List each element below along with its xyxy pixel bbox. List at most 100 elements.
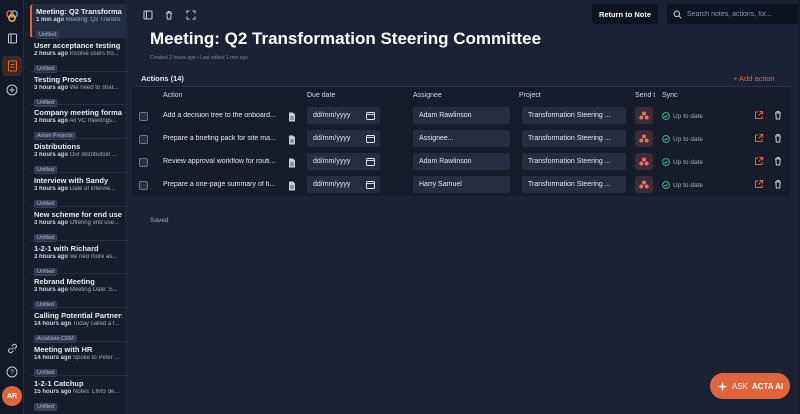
note-meta: Created 2 hours ago • Last edited 1 min … [150,55,248,61]
note-time: 14 hours ago [34,321,72,328]
note-list-item[interactable]: 1-2-1 Catchup 15 hours ago Notes: LIMS de… [30,376,126,411]
column-header-sync[interactable]: Sync [662,92,678,99]
note-list-item[interactable]: Distributions 3 hours ago Our distributio… [30,139,126,175]
trash-icon[interactable] [163,9,175,21]
asana-icon [639,134,649,143]
column-header-send-to[interactable]: Send t [635,92,655,99]
send-to-asana-button[interactable] [635,107,653,124]
assignee-select[interactable]: Harry Samuel [413,176,510,193]
note-list-item[interactable]: Meeting: Q2 Transformati...1 min ago Mee… [30,4,126,39]
ask-acta-ai-button[interactable]: ASK ACTA AI [710,373,790,399]
note-preview: 3 hours ago Date of intervie... [34,186,122,192]
delete-icon[interactable] [773,179,783,189]
sync-text: Up to date [673,158,703,166]
note-list-item[interactable]: Testing Process 3 hours ago We need to sh… [30,72,126,107]
assignee-select[interactable]: Adam Rawlinson [413,107,510,124]
sparkle-icon [717,381,728,391]
action-text[interactable]: Review approval workflow for routi... [163,158,281,165]
action-text[interactable]: Prepare a briefing pack for site ma... [163,135,281,142]
calendar-icon[interactable] [366,180,375,189]
note-time: 3 hours ago [34,253,69,260]
assignee-select[interactable]: Adam Rawlinson [413,153,510,170]
calendar-icon[interactable] [366,157,375,166]
note-list-item[interactable]: New scheme for end users 3 hours ago Offe… [30,207,126,242]
action-text[interactable]: Prepare a one-page summary of fi... [163,181,281,188]
sync-text: Up to date [673,181,703,189]
check-circle-icon [662,181,670,189]
due-date-input[interactable]: dd/mm/yyyy [307,176,380,193]
assignee-select[interactable]: Assignee... [413,130,510,147]
search-box [667,4,800,24]
delete-icon[interactable] [773,133,783,143]
project-select[interactable]: Transformation Steering ... [522,107,626,124]
column-header-project[interactable]: Project [519,92,541,99]
open-external-icon[interactable] [754,156,764,166]
help-icon[interactable]: ? [4,364,20,380]
note-list-item[interactable]: Meeting with HR 14 hours ago Spoke to Pet… [30,342,126,377]
asana-icon [639,157,649,166]
note-list-item[interactable]: 1-2-1 with Richard 3 hours ago we ned mor… [30,241,126,276]
document-icon[interactable] [287,134,297,145]
note-preview-text: Involve users fro... [69,50,119,57]
svg-text:?: ? [10,370,14,377]
return-to-note-button[interactable]: Return to Note [592,4,658,24]
note-list-item[interactable]: Company meeting formats 3 hours ago All V… [30,105,126,141]
delete-icon[interactable] [773,110,783,120]
document-icon[interactable] [287,111,297,122]
document-icon[interactable] [287,157,297,168]
delete-icon[interactable] [773,156,783,166]
search-icon [673,10,682,19]
note-preview-text: Offering end use... [69,219,119,226]
actions-table: Action Due date Assignee Project Send t … [132,86,790,196]
note-preview: 3 hours ago Our distribution ... [34,152,122,158]
note-list-item[interactable]: Interview with Sandy 3 hours ago Date of … [30,173,126,208]
due-date-input[interactable]: dd/mm/yyyy [307,107,380,124]
new-note-icon[interactable] [4,30,20,46]
action-checkbox[interactable] [139,158,148,167]
saved-status: Saved [150,217,169,224]
document-icon[interactable] [287,180,297,191]
open-external-icon[interactable] [754,110,764,120]
notes-icon[interactable] [2,56,22,76]
sidebar-toggle-icon[interactable] [142,9,154,21]
send-to-asana-button[interactable] [635,176,653,193]
note-divider [30,273,128,275]
due-date-input[interactable]: dd/mm/yyyy [307,130,380,147]
note-title: Meeting with HR [34,345,93,354]
column-header-assignee[interactable]: Assignee [413,92,442,99]
column-header-action[interactable]: Action [163,92,182,99]
action-text[interactable]: Add a decision tree to the onboard... [163,112,281,119]
action-checkbox[interactable] [139,181,148,190]
calendar-icon[interactable] [366,134,375,143]
note-list-item[interactable]: Calling Potential Partners 14 hours ago T… [30,308,126,344]
project-select[interactable]: Transformation Steering ... [522,153,626,170]
note-list-item[interactable]: User acceptance testing 2 hours ago Invol… [30,38,126,73]
add-action-button[interactable]: + Add action [733,74,775,83]
note-divider [30,138,128,140]
sync-status: Up to date [662,135,703,143]
column-header-due-date[interactable]: Due date [307,92,335,99]
open-external-icon[interactable] [754,179,764,189]
send-to-asana-button[interactable] [635,153,653,170]
send-to-asana-button[interactable] [635,130,653,147]
note-preview-text: Our distribution ... [69,152,118,159]
sync-status: Up to date [662,112,703,120]
note-list-item[interactable]: Rebrand Meeting 3 hours ago Meeting Date:… [30,274,126,310]
note-title: Meeting: Q2 Transformati... [36,7,122,16]
project-select[interactable]: Transformation Steering ... [522,130,626,147]
avatar[interactable]: AR [2,386,22,406]
action-checkbox[interactable] [139,112,148,121]
fullscreen-icon[interactable] [185,9,197,21]
due-date-input[interactable]: dd/mm/yyyy [307,153,380,170]
open-external-icon[interactable] [754,133,764,143]
note-preview: 15 hours ago Notes: LIMS de... [34,389,122,395]
project-select[interactable]: Transformation Steering ... [522,176,626,193]
search-input[interactable] [687,10,797,18]
note-preview-text: Spoke to Peter ... [73,355,120,361]
action-checkbox[interactable] [139,135,148,144]
calendar-icon[interactable] [366,111,375,120]
link-icon[interactable] [4,340,20,356]
add-icon[interactable] [4,82,20,98]
note-time: 3 hours ago [34,219,69,226]
logo-icon[interactable] [4,8,20,24]
